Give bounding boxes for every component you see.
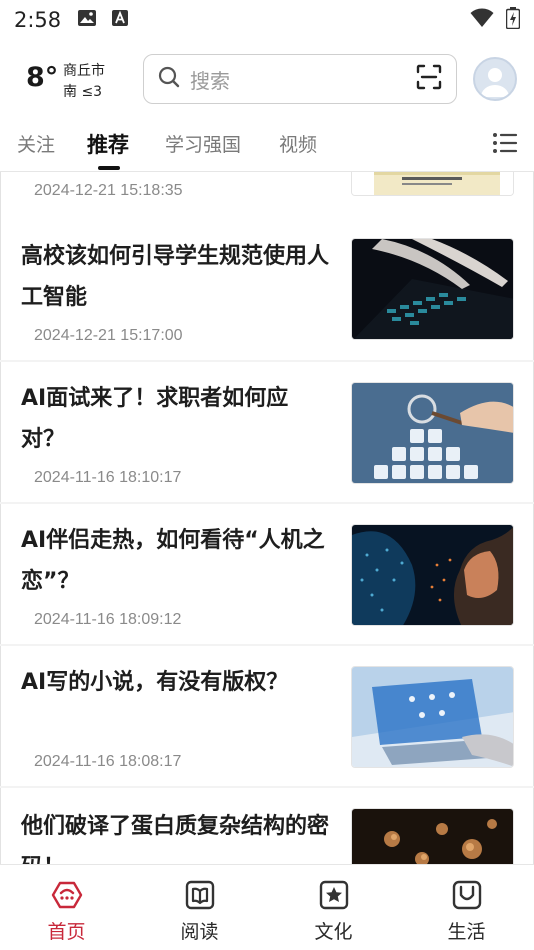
news-thumbnail[interactable]: [351, 524, 514, 626]
news-feed[interactable]: 2024-12-21 15:18:35 高校该如何引导学生规范使用人工智能 20…: [0, 172, 534, 864]
scan-icon[interactable]: [416, 64, 442, 94]
news-title[interactable]: AI面试来了！求职者如何应对？: [21, 378, 331, 460]
gallery-icon: [77, 9, 97, 31]
search-bar[interactable]: 搜索: [143, 54, 457, 104]
nav-culture-label: 文化: [314, 921, 353, 943]
search-placeholder[interactable]: 搜索: [190, 65, 416, 94]
app-root: 2:58 8° 商丘市 南 ≤3 搜索 关注 推荐 学习强国 视频 2024-1…: [0, 0, 534, 950]
news-card[interactable]: 2024-12-21 15:18:35: [0, 172, 534, 220]
tab-xuexi-qiangguo[interactable]: 学习强国: [165, 130, 241, 157]
menu-list-icon[interactable]: [492, 132, 518, 158]
news-card[interactable]: 他们破译了蛋白质复杂结构的密码！: [0, 788, 534, 864]
news-date: 2024-11-16 18:09:12: [34, 611, 182, 628]
news-date: 2024-11-16 18:10:17: [34, 469, 182, 486]
news-thumbnail[interactable]: [351, 666, 514, 768]
news-date: 2024-12-21 15:17:00: [34, 327, 183, 344]
home-icon: [51, 879, 83, 911]
news-card[interactable]: AI写的小说，有没有版权？ 2024-11-16 18:08:17: [0, 646, 534, 786]
nav-reading[interactable]: 阅读: [133, 865, 266, 950]
battery-charging-icon: [505, 7, 521, 33]
news-card[interactable]: AI面试来了！求职者如何应对？ 2024-11-16 18:10:17: [0, 362, 534, 502]
news-card[interactable]: 高校该如何引导学生规范使用人工智能 2024-12-21 15:17:00: [0, 220, 534, 360]
tab-video[interactable]: 视频: [279, 130, 317, 157]
news-title[interactable]: AI写的小说，有没有版权？: [21, 662, 331, 744]
search-icon: [158, 66, 180, 92]
weather-city[interactable]: 商丘市: [63, 60, 105, 80]
tab-recommend[interactable]: 推荐: [87, 129, 129, 159]
news-date: 2024-12-21 15:18:35: [34, 182, 183, 199]
weather-temperature[interactable]: 8°: [26, 62, 58, 93]
font-a-icon: [111, 9, 129, 31]
nav-life-label: 生活: [447, 921, 486, 943]
weather-wind: 南 ≤3: [63, 84, 103, 100]
active-tab-indicator: [98, 166, 120, 170]
smile-bag-icon: [451, 879, 483, 911]
nav-life[interactable]: 生活: [400, 865, 533, 950]
wifi-icon: [470, 8, 494, 32]
nav-home-label: 首页: [47, 921, 86, 943]
nav-reading-label: 阅读: [180, 921, 219, 943]
tab-follow[interactable]: 关注: [17, 130, 55, 157]
news-card[interactable]: AI伴侣走热，如何看待“人机之恋”？ 2024-11-16 18:09:12: [0, 504, 534, 644]
category-tabs: 关注 推荐 学习强国 视频: [0, 116, 534, 172]
user-avatar[interactable]: [473, 57, 517, 101]
news-date: 2024-11-16 18:08:17: [34, 753, 182, 770]
news-thumbnail[interactable]: [351, 238, 514, 340]
bottom-navigation: 首页 阅读 文化 生活: [0, 864, 534, 950]
status-bar: 2:58: [0, 0, 534, 40]
nav-culture[interactable]: 文化: [267, 865, 400, 950]
news-title[interactable]: 高校该如何引导学生规范使用人工智能: [21, 236, 331, 318]
news-thumbnail: [351, 172, 514, 196]
news-thumbnail[interactable]: [351, 808, 514, 864]
news-title[interactable]: AI伴侣走热，如何看待“人机之恋”？: [21, 520, 331, 602]
book-icon: [184, 879, 216, 911]
star-frame-icon: [318, 879, 350, 911]
nav-home[interactable]: 首页: [0, 865, 133, 950]
news-thumbnail[interactable]: [351, 382, 514, 484]
news-title[interactable]: 他们破译了蛋白质复杂结构的密码！: [21, 806, 331, 864]
status-time: 2:58: [14, 8, 62, 32]
header: 8° 商丘市 南 ≤3 搜索: [0, 40, 534, 116]
